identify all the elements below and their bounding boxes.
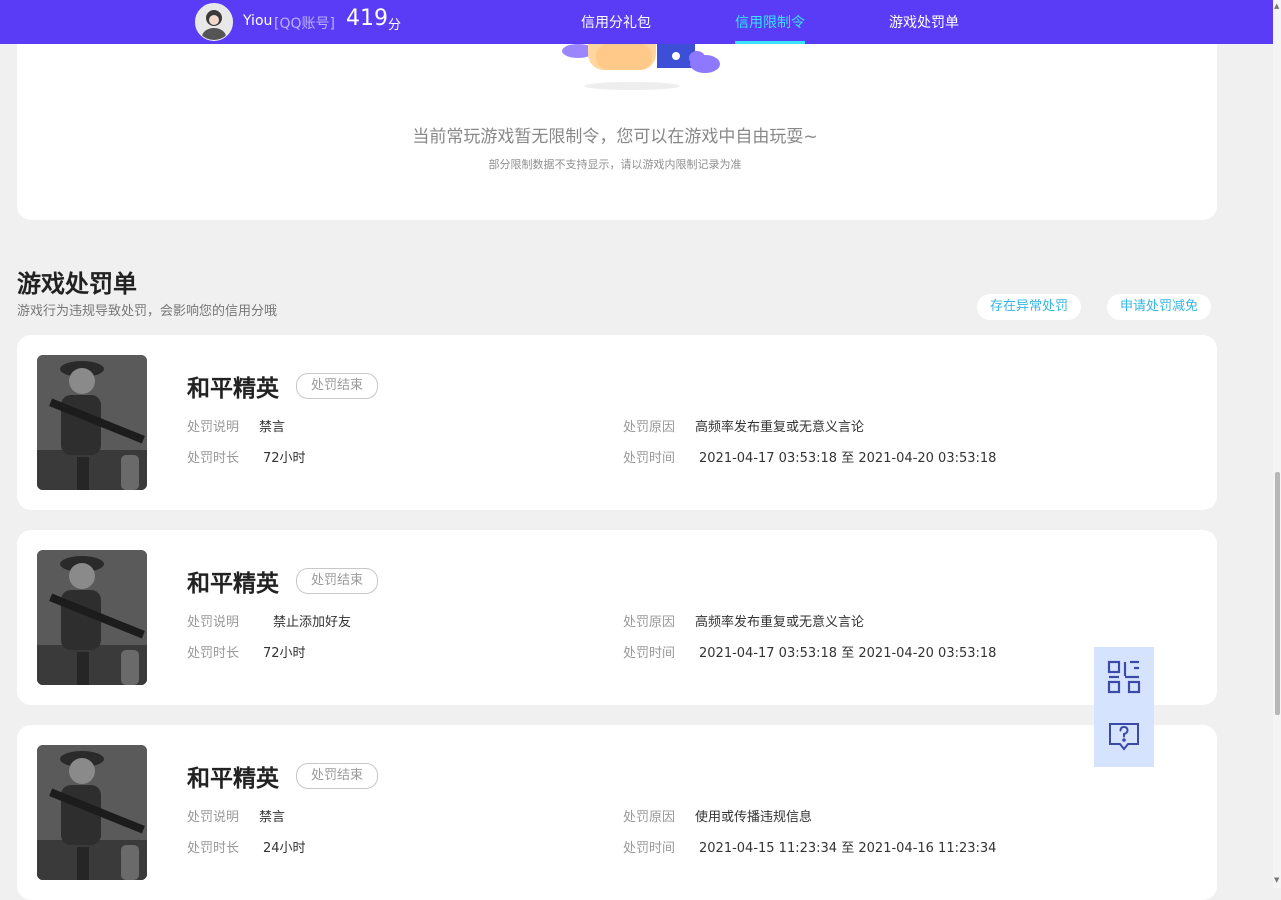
avatar[interactable]: [195, 3, 233, 41]
penalty-start-time: 2021-04-15 11:23:34: [699, 841, 838, 856]
game-name: 和平精英: [187, 766, 279, 792]
game-cover-image: [37, 745, 147, 880]
penalty-end-time: 2021-04-16 11:23:34: [858, 841, 997, 856]
empty-state-illustration: [562, 44, 720, 90]
time-separator: 至: [841, 646, 855, 661]
apply-penalty-reduction-button[interactable]: 申请处罚减免: [1107, 294, 1212, 320]
penalty-desc-value: 禁言: [259, 810, 286, 825]
game-name: 和平精英: [187, 571, 279, 597]
penalty-duration-label: 处罚时长: [187, 841, 240, 856]
section-description: 游戏行为违规导致处罚，会影响您的信用分哦: [17, 304, 278, 319]
penalty-card: 和平精英 处罚结束 处罚说明 禁言 处罚时长 72小时 处罚原因 高频率发布重复…: [17, 335, 1217, 510]
penalty-start-time: 2021-04-17 03:53:18: [699, 646, 838, 661]
username: Yiou: [243, 13, 273, 29]
section-title: 游戏处罚单: [17, 270, 137, 298]
tab-game-penalty[interactable]: 游戏处罚单: [889, 12, 959, 32]
status-badge: 处罚结束: [296, 763, 379, 789]
penalty-duration-label: 处罚时长: [187, 451, 240, 466]
tab-credit-gift[interactable]: 信用分礼包: [581, 12, 651, 32]
credit-score: 419: [346, 6, 388, 31]
restriction-card: 当前常玩游戏暂无限制令，您可以在游戏中自由玩耍~ 部分限制数据不支持显示，请以游…: [17, 44, 1217, 220]
penalty-reason-value: 高频率发布重复或无意义言论: [695, 420, 865, 435]
penalty-desc-value: 禁言: [259, 420, 286, 435]
qr-code-icon: [1107, 660, 1141, 694]
top-nav-bar: Yiou [QQ账号] 419 分 信用分礼包 信用限制令 游戏处罚单: [0, 0, 1273, 44]
penalty-reason-value: 高频率发布重复或无意义言论: [695, 615, 865, 630]
feedback-question-icon: [1109, 723, 1139, 751]
report-abnormal-penalty-button[interactable]: 存在异常处罚: [977, 294, 1082, 320]
penalty-desc-value: 禁止添加好友: [273, 615, 352, 630]
penalty-card: 和平精英 处罚结束 处罚说明 禁止添加好友 处罚时长 72小时 处罚原因 高频率…: [17, 530, 1217, 705]
account-type: [QQ账号]: [274, 16, 335, 32]
penalty-desc-label: 处罚说明: [187, 420, 240, 435]
penalty-time-value: 2021-04-15 11:23:34 至 2021-04-16 11:23:3…: [699, 837, 996, 856]
penalty-end-time: 2021-04-20 03:53:18: [858, 646, 997, 661]
time-separator: 至: [841, 841, 855, 856]
penalty-duration-value: 72小时: [263, 646, 306, 661]
penalty-desc-label: 处罚说明: [187, 615, 240, 630]
penalty-start-time: 2021-04-17 03:53:18: [699, 451, 838, 466]
penalty-desc-label: 处罚说明: [187, 810, 240, 825]
penalty-reason-label: 处罚原因: [623, 615, 676, 630]
penalty-duration-value: 72小时: [263, 451, 306, 466]
game-name: 和平精英: [187, 376, 279, 402]
penalty-reason-label: 处罚原因: [623, 420, 676, 435]
penalty-end-time: 2021-04-20 03:53:18: [858, 451, 997, 466]
active-tab-indicator: [735, 41, 805, 44]
status-badge: 处罚结束: [296, 568, 379, 594]
empty-state-message: 当前常玩游戏暂无限制令，您可以在游戏中自由玩耍~: [412, 127, 818, 147]
penalty-card: 和平精英 处罚结束 处罚说明 禁言 处罚时长 24小时 处罚原因 使用或传播违规…: [17, 725, 1217, 900]
scrollbar-thumb[interactable]: [1275, 472, 1280, 715]
penalty-time-label: 处罚时间: [623, 451, 676, 466]
penalty-duration-value: 24小时: [263, 841, 306, 856]
game-cover-image: [37, 355, 147, 490]
penalty-time-value: 2021-04-17 03:53:18 至 2021-04-20 03:53:1…: [699, 447, 996, 466]
penalty-duration-label: 处罚时长: [187, 646, 240, 661]
qr-code-button[interactable]: [1094, 647, 1154, 707]
time-separator: 至: [841, 451, 855, 466]
scrollbar-track[interactable]: [1273, 0, 1281, 888]
feedback-button[interactable]: [1094, 707, 1154, 767]
status-badge: 处罚结束: [296, 373, 379, 399]
game-cover-image: [37, 550, 147, 685]
empty-state-note: 部分限制数据不支持显示，请以游戏内限制记录为准: [488, 158, 742, 171]
penalty-time-value: 2021-04-17 03:53:18 至 2021-04-20 03:53:1…: [699, 642, 996, 661]
scroll-up-arrow-icon[interactable]: ▲: [1274, 2, 1279, 10]
tab-credit-restriction[interactable]: 信用限制令: [735, 12, 805, 32]
penalty-time-label: 处罚时间: [623, 646, 676, 661]
penalty-reason-value: 使用或传播违规信息: [695, 810, 813, 825]
credit-score-unit: 分: [388, 18, 402, 33]
scroll-down-arrow-icon[interactable]: ▼: [1274, 876, 1279, 884]
penalty-reason-label: 处罚原因: [623, 810, 676, 825]
penalty-time-label: 处罚时间: [623, 841, 676, 856]
